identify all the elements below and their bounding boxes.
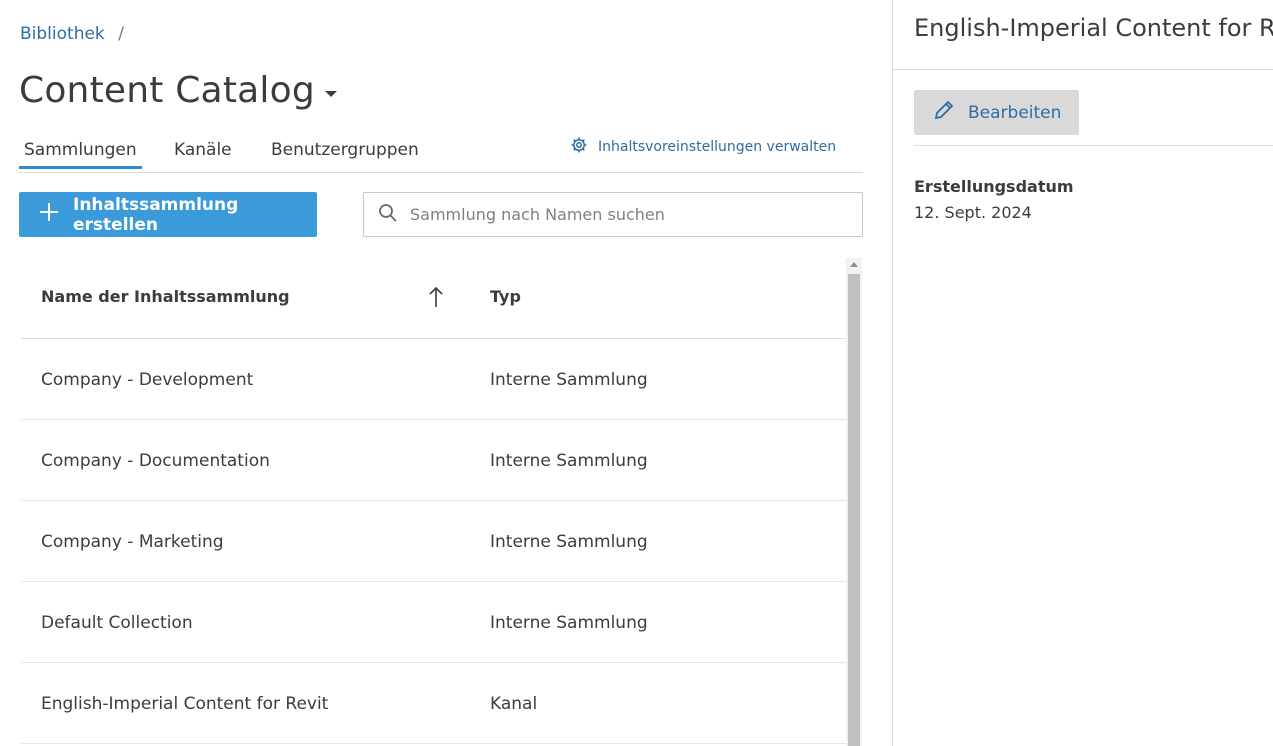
caret-down-icon	[324, 90, 337, 97]
search-box	[363, 192, 863, 237]
create-collection-button[interactable]: Inhaltssammlung erstellen	[19, 192, 317, 237]
divider	[893, 69, 1273, 70]
column-header-name[interactable]: Name der Inhaltssammlung	[41, 287, 290, 306]
breadcrumb-separator: /	[118, 24, 124, 44]
table-row[interactable]: Company - Documentation Interne Sammlung	[21, 420, 846, 501]
collections-table: Name der Inhaltssammlung Typ Company - D…	[21, 258, 846, 744]
created-date-label: Erstellungsdatum	[914, 177, 1074, 196]
created-date-value: 12. Sept. 2024	[914, 203, 1032, 222]
breadcrumb-link-library[interactable]: Bibliothek	[20, 24, 105, 44]
edit-label: Bearbeiten	[968, 102, 1062, 123]
page-title-dropdown[interactable]: Content Catalog	[19, 70, 337, 111]
edit-button[interactable]: Bearbeiten	[914, 90, 1079, 135]
scroll-up-arrow-icon[interactable]	[850, 262, 858, 267]
table-row[interactable]: Company - Development Interne Sammlung	[21, 339, 846, 420]
row-type: Kanal	[490, 694, 538, 714]
manage-content-settings-link[interactable]: Inhaltsvoreinstellungen verwalten	[570, 136, 836, 158]
row-name: Company - Documentation	[41, 451, 270, 471]
pencil-icon	[932, 98, 968, 127]
row-name: Company - Marketing	[41, 532, 224, 552]
table-row[interactable]: Company - Marketing Interne Sammlung	[21, 501, 846, 582]
row-type: Interne Sammlung	[490, 532, 648, 552]
search-icon	[378, 203, 408, 227]
divider	[914, 145, 1273, 146]
tab-channels[interactable]: Kanäle	[174, 140, 232, 160]
row-name: Company - Development	[41, 370, 254, 390]
manage-content-settings-label: Inhaltsvoreinstellungen verwalten	[598, 139, 837, 155]
page-title: Content Catalog	[19, 70, 315, 111]
search-input[interactable]	[408, 204, 852, 225]
table-row[interactable]: English-Imperial Content for Revit Kanal	[21, 663, 846, 744]
row-type: Interne Sammlung	[490, 451, 648, 471]
table-scrollbar[interactable]	[846, 258, 862, 746]
plus-icon	[39, 202, 73, 227]
gear-icon	[570, 136, 598, 158]
detail-title: English-Imperial Content for R	[914, 14, 1273, 42]
sort-ascending-icon[interactable]	[428, 286, 444, 312]
table-row[interactable]: Default Collection Interne Sammlung	[21, 582, 846, 663]
row-name: English-Imperial Content for Revit	[41, 694, 329, 714]
table-header: Name der Inhaltssammlung Typ	[21, 258, 846, 339]
scrollbar-thumb[interactable]	[848, 274, 860, 746]
tab-user-groups[interactable]: Benutzergruppen	[271, 140, 419, 160]
row-name: Default Collection	[41, 613, 193, 633]
create-collection-label: Inhaltssammlung erstellen	[73, 194, 239, 235]
breadcrumb: Bibliothek /	[20, 24, 124, 44]
row-type: Interne Sammlung	[490, 613, 648, 633]
row-type: Interne Sammlung	[490, 370, 648, 390]
tab-collections[interactable]: Sammlungen	[19, 140, 142, 169]
collections-panel: Bibliothek / Content Catalog Sammlungen …	[0, 0, 892, 746]
detail-panel: English-Imperial Content for R Bearbeite…	[892, 0, 1273, 746]
column-header-type[interactable]: Typ	[490, 287, 521, 306]
